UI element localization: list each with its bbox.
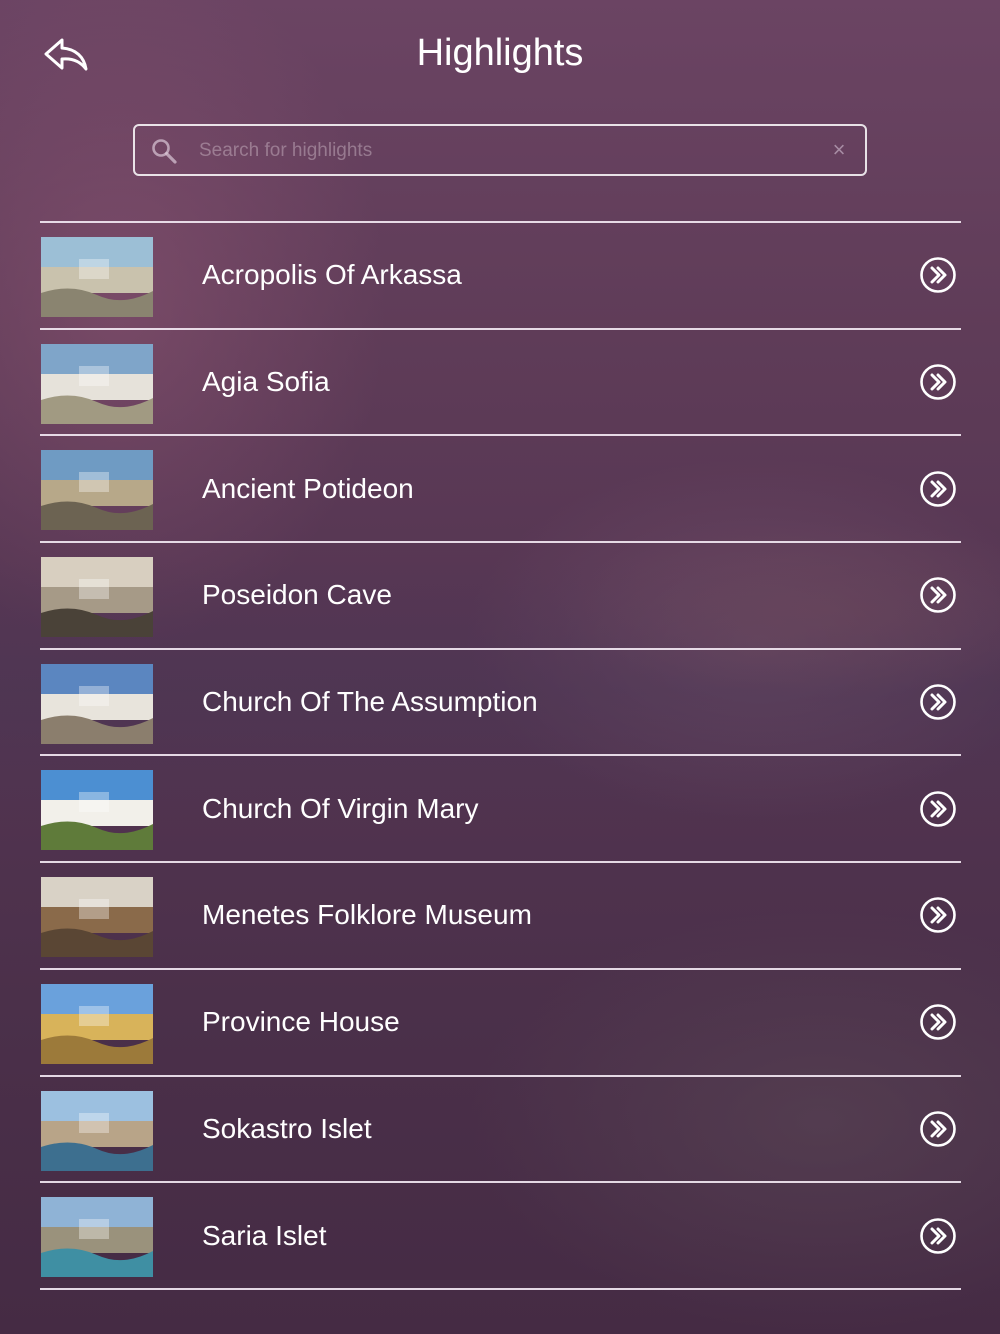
list-item-label: Poseidon Cave <box>202 579 392 611</box>
list-item-label: Menetes Folklore Museum <box>202 899 532 931</box>
list-item-label: Province House <box>202 1006 400 1038</box>
thumbnail-image <box>41 877 153 958</box>
thumbnail-image <box>41 1197 153 1278</box>
list-item-label: Ancient Potideon <box>202 472 414 504</box>
list-item-label: Church Of Virgin Mary <box>202 792 479 824</box>
list-item-label: Acropolis Of Arkassa <box>202 259 462 291</box>
list-item[interactable]: Church Of The Assumption <box>40 650 961 755</box>
chevron-right-circle-icon[interactable] <box>919 1003 957 1041</box>
clear-search-button[interactable]: × <box>827 138 851 162</box>
list-item[interactable]: Ancient Potideon <box>40 436 961 541</box>
list-item[interactable]: Agia Sofia <box>40 330 961 435</box>
thumbnail-image <box>41 663 153 744</box>
chevron-right-circle-icon[interactable] <box>919 790 957 828</box>
list-item[interactable]: Sokastro Islet <box>40 1077 961 1182</box>
search-bar: × <box>133 124 867 176</box>
highlights-list: Acropolis Of Arkassa Agia Sofia Ancient Po… <box>40 221 961 1290</box>
list-divider <box>40 1287 961 1290</box>
list-item-label: Agia Sofia <box>202 366 330 398</box>
chevron-right-circle-icon[interactable] <box>919 470 957 508</box>
page-title: Highlights <box>416 32 584 74</box>
list-item[interactable]: Saria Islet <box>40 1183 961 1288</box>
thumbnail-image <box>41 237 153 317</box>
list-item-label: Saria Islet <box>202 1219 327 1251</box>
search-input[interactable] <box>197 132 811 170</box>
chevron-right-circle-icon[interactable] <box>919 1217 957 1255</box>
list-item[interactable]: Province House <box>40 970 961 1075</box>
chevron-right-circle-icon[interactable] <box>919 256 957 294</box>
thumbnail-image <box>41 450 153 531</box>
list-item-label: Church Of The Assumption <box>202 686 538 718</box>
list-item[interactable]: Menetes Folklore Museum <box>40 863 961 968</box>
list-item-label: Sokastro Islet <box>202 1112 372 1144</box>
thumbnail-image <box>41 557 153 638</box>
chevron-right-circle-icon[interactable] <box>919 896 957 934</box>
list-item[interactable]: Church Of Virgin Mary <box>40 756 961 861</box>
list-item[interactable]: Acropolis Of Arkassa <box>40 223 961 328</box>
thumbnail-image <box>41 770 153 851</box>
chevron-right-circle-icon[interactable] <box>919 1110 957 1148</box>
thumbnail-image <box>41 343 153 424</box>
chevron-right-circle-icon[interactable] <box>919 576 957 614</box>
list-item[interactable]: Poseidon Cave <box>40 543 961 648</box>
thumbnail-image <box>41 1090 153 1171</box>
chevron-right-circle-icon[interactable] <box>919 683 957 721</box>
chevron-right-circle-icon[interactable] <box>919 363 957 401</box>
header: Highlights <box>0 0 1000 110</box>
search-icon <box>152 139 177 164</box>
thumbnail-image <box>41 983 153 1064</box>
